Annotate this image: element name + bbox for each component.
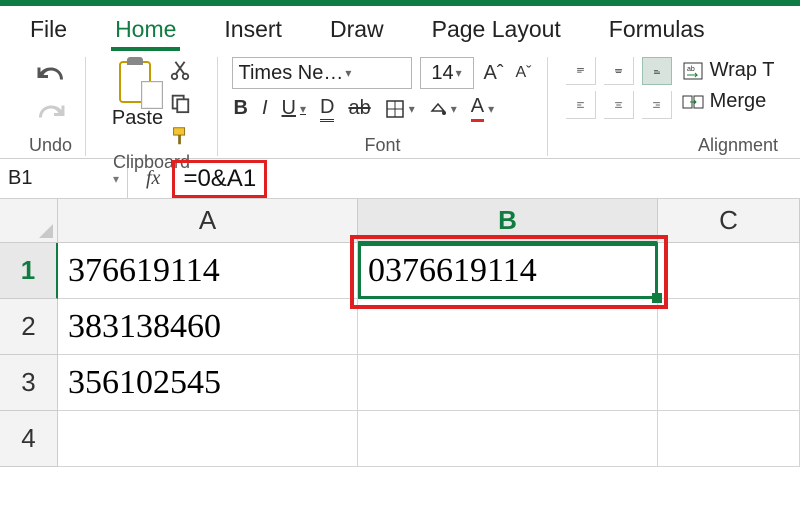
cell-C3[interactable] [658,355,800,411]
chevron-down-icon: ▾ [454,66,462,80]
font-name-combo[interactable]: Times Ne… ▾ [232,57,412,89]
tab-home[interactable]: Home [113,12,178,53]
paste-button[interactable]: Paste [112,107,163,130]
cell-A4[interactable] [58,411,358,467]
cell-B3[interactable] [358,355,658,411]
row-header-1[interactable]: 1 [0,243,58,299]
chevron-down-icon: ▾ [343,66,351,80]
strikethrough-button[interactable]: ab [348,97,370,120]
worksheet-grid: A B C 1 376619114 0376619114 2 383138460… [0,199,800,467]
bold-button[interactable]: B [234,97,248,120]
font-color-button[interactable]: A▾ [471,95,494,122]
tab-file[interactable]: File [28,12,69,53]
column-header-B[interactable]: B [358,199,658,243]
tab-page-layout[interactable]: Page Layout [430,12,563,53]
row-header-4[interactable]: 4 [0,411,58,467]
alignment-grid [566,57,672,119]
cut-button[interactable] [169,59,191,86]
font-size-combo[interactable]: 14 ▾ [420,57,474,89]
group-clipboard: Paste Clipboard [86,57,218,156]
align-bottom-button[interactable] [642,57,672,85]
group-font: Times Ne… ▾ 14 ▾ Aˆ Aˇ B I U▾ D ab ▾ [218,57,548,156]
increase-font-button[interactable]: Aˆ [482,62,506,85]
merge-center-label: Merge [710,90,767,113]
wrap-text-button[interactable]: ab Wrap T [682,59,775,82]
cell-A1[interactable]: 376619114 [58,243,358,299]
cell-C1[interactable] [658,243,800,299]
decrease-font-button[interactable]: Aˇ [514,64,534,82]
fill-handle[interactable] [652,293,662,303]
group-font-label: Font [226,135,539,156]
select-all-triangle[interactable] [0,199,58,243]
group-alignment: ab Wrap T Merge Alignment [548,57,792,156]
redo-button[interactable] [33,101,69,131]
cell-B4[interactable] [358,411,658,467]
tab-formulas[interactable]: Formulas [607,12,707,53]
group-alignment-label: Alignment [556,135,784,156]
cell-A3[interactable]: 356102545 [58,355,358,411]
align-middle-button[interactable] [604,57,634,85]
cell-C2[interactable] [658,299,800,355]
merge-center-button[interactable]: Merge [682,90,775,113]
formula-input[interactable]: =0&A1 [172,160,267,198]
tab-draw[interactable]: Draw [328,12,386,53]
cell-B1[interactable]: 0376619114 [358,243,658,299]
align-center-button[interactable] [604,91,634,119]
copy-button[interactable] [169,92,191,119]
align-right-button[interactable] [642,91,672,119]
fill-color-button[interactable]: ▾ [429,101,457,117]
italic-button[interactable]: I [262,97,268,120]
svg-text:ab: ab [687,66,695,73]
align-left-button[interactable] [566,91,596,119]
wrap-text-label: Wrap T [710,59,775,82]
cell-A2[interactable]: 383138460 [58,299,358,355]
cell-B2[interactable] [358,299,658,355]
ribbon-tabs: File Home Insert Draw Page Layout Formul… [0,6,800,53]
chevron-down-icon: ▾ [113,172,119,186]
borders-button[interactable]: ▾ [385,99,415,119]
row-header-2[interactable]: 2 [0,299,58,355]
paste-icon[interactable] [117,59,159,107]
tab-insert[interactable]: Insert [222,12,284,53]
ribbon: Undo Paste Clipboard [0,53,800,159]
align-top-button[interactable] [566,57,596,85]
group-undo-label: Undo [24,135,77,156]
format-painter-button[interactable] [169,125,191,152]
double-underline-button[interactable]: D [320,96,334,122]
cell-C4[interactable] [658,411,800,467]
name-box-value: B1 [8,167,32,190]
font-name-value: Times Ne… [239,62,344,85]
row-header-3[interactable]: 3 [0,355,58,411]
font-size-value: 14 [431,62,453,85]
undo-button[interactable] [33,63,69,93]
underline-button[interactable]: U▾ [282,97,306,120]
column-header-C[interactable]: C [658,199,800,243]
group-undo: Undo [16,57,86,156]
column-header-A[interactable]: A [58,199,358,243]
